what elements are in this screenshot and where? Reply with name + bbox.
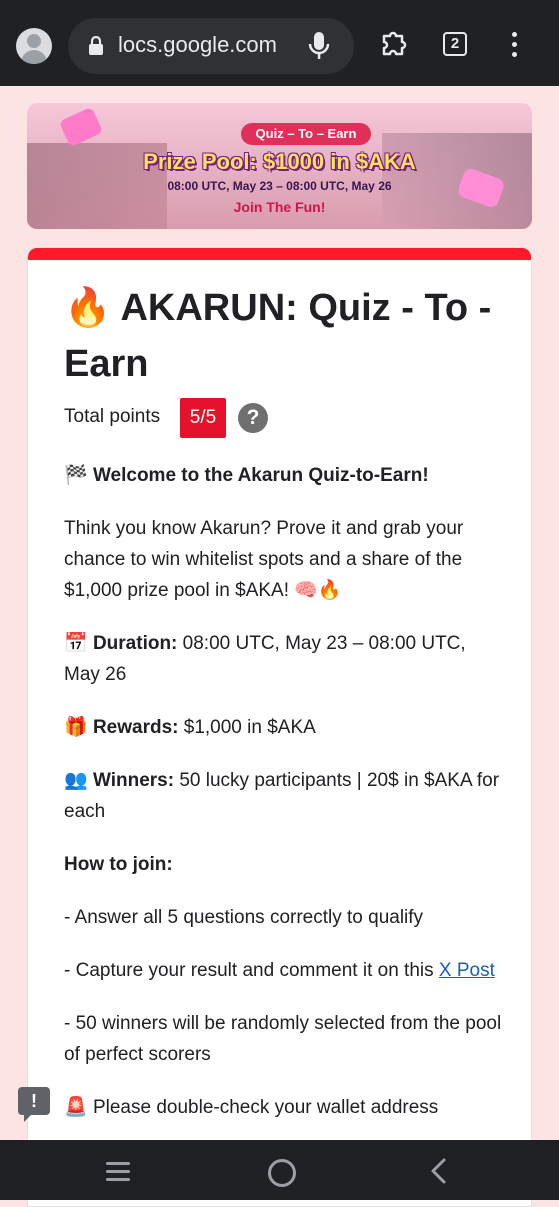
recent-apps-icon[interactable] xyxy=(106,1162,130,1186)
banner-prize-text: Prize Pool: $1000 in $AKA xyxy=(143,149,416,174)
duration-label: Duration: xyxy=(92,633,178,654)
duration-line: 📅 Duration: 08:00 UTC, May 23 – 08:00 UT… xyxy=(64,628,504,690)
microphone-icon[interactable] xyxy=(308,30,330,62)
step-2-text: - Capture your result and comment it on … xyxy=(64,960,434,981)
address-bar[interactable]: locs.google.com xyxy=(68,18,354,74)
people-icon: 👥 xyxy=(64,770,88,791)
step-1: - Answer all 5 questions correctly to qu… xyxy=(64,907,424,928)
fire-icon: 🔥 xyxy=(64,287,112,329)
step-3: - 50 winners will be randomly selected f… xyxy=(64,1013,502,1065)
form-title-text: AKARUN: Quiz - To - Earn xyxy=(64,287,492,385)
warning-line: 🚨 Please double-check your wallet addres… xyxy=(64,1092,504,1123)
siren-icon: 🚨 xyxy=(64,1097,88,1118)
calendar-icon: 📅 xyxy=(64,633,88,654)
card-accent-bar xyxy=(28,248,531,260)
extensions-puzzle-icon[interactable] xyxy=(378,28,410,60)
step-2: - Capture your result and comment it on … xyxy=(64,955,504,986)
form-title: 🔥 AKARUN: Quiz - To - Earn xyxy=(64,280,504,392)
how-to-join-heading: How to join: xyxy=(64,849,504,880)
total-points-label: Total points xyxy=(64,406,161,427)
rewards-line: 🎁 Rewards: $1,000 in $AKA xyxy=(64,712,504,743)
winners-line: 👥 Winners: 50 lucky participants | 20$ i… xyxy=(64,765,504,827)
rewards-label: Rewards: xyxy=(92,717,179,738)
rewards-value: $1,000 in $AKA xyxy=(183,717,316,738)
welcome-text: Welcome to the Akarun Quiz-to-Earn! xyxy=(92,465,429,486)
browser-toolbar: locs.google.com 2 xyxy=(0,0,559,86)
checkered-flag-icon: 🏁 xyxy=(64,465,88,486)
report-issue-icon[interactable]: ! xyxy=(18,1087,50,1122)
tab-switcher-button[interactable]: 2 xyxy=(443,32,467,56)
warning-text: Please double-check your wallet address xyxy=(92,1097,439,1118)
help-icon[interactable]: ? xyxy=(238,403,268,433)
more-options-icon[interactable] xyxy=(512,32,517,62)
url-text[interactable]: locs.google.com xyxy=(118,32,277,58)
welcome-line: 🏁 Welcome to the Akarun Quiz-to-Earn! xyxy=(64,460,504,491)
form-description-card: 🔥 AKARUN: Quiz - To - Earn Total points … xyxy=(27,247,532,1207)
banner-dates: 08:00 UTC, May 23 – 08:00 UTC, May 26 xyxy=(167,179,392,193)
gift-icon: 🎁 xyxy=(64,717,88,738)
system-navigation-bar xyxy=(0,1140,559,1200)
back-icon[interactable] xyxy=(430,1158,448,1184)
home-icon[interactable] xyxy=(268,1159,296,1187)
intro-text: Think you know Akarun? Prove it and grab… xyxy=(64,518,464,601)
banner-join-text: Join The Fun! xyxy=(233,199,326,215)
banner-pill: Quiz – To – Earn xyxy=(241,123,371,145)
winners-label: Winners: xyxy=(92,770,175,791)
account-avatar-icon[interactable] xyxy=(16,28,52,64)
how-to-join-text: How to join: xyxy=(64,854,173,875)
total-points-row: Total points 5/5 ? xyxy=(64,398,504,438)
score-badge: 5/5 xyxy=(180,398,226,438)
lock-icon xyxy=(89,36,103,55)
form-header-banner: Quiz – To – Earn Prize Pool: $1000 in $A… xyxy=(27,103,532,229)
x-post-link[interactable]: X Post xyxy=(439,960,495,981)
